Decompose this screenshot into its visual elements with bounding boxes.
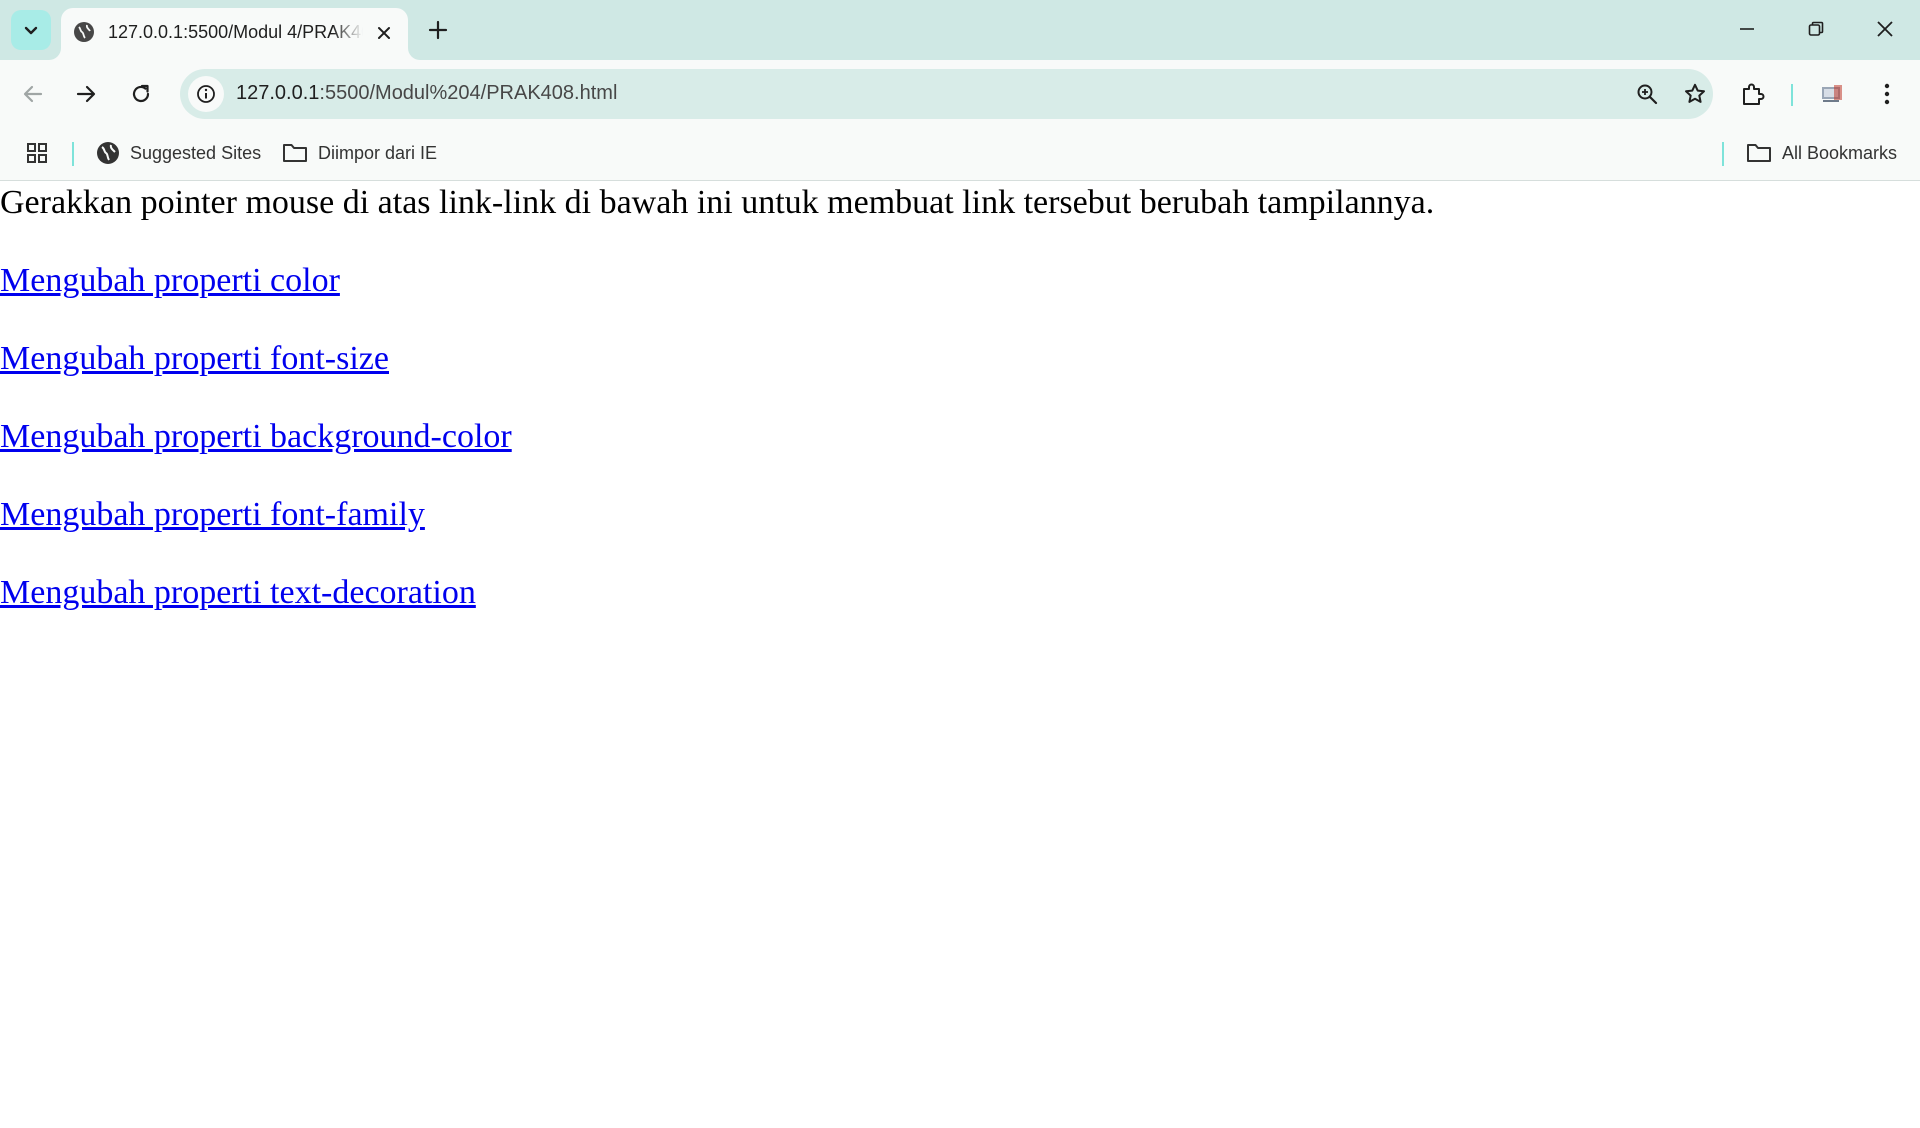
link-font-size[interactable]: Mengubah properti font-size <box>0 339 389 379</box>
new-tab-button[interactable] <box>422 14 454 46</box>
folder-icon <box>283 144 307 162</box>
tab-title: 127.0.0.1:5500/Modul 4/PRAK408.html <box>108 22 363 42</box>
all-bookmarks-label: All Bookmarks <box>1782 142 1898 163</box>
link-background-color[interactable]: Mengubah properti background-color <box>0 417 512 457</box>
url-host: 127.0.0.1 <box>236 82 320 104</box>
close-window-button[interactable] <box>1851 0 1919 58</box>
zoom-in-icon <box>1637 84 1658 105</box>
apps-button[interactable] <box>26 137 48 169</box>
minimize-button[interactable] <box>1713 0 1781 58</box>
toolbar-divider <box>1791 84 1793 106</box>
bookmark-star-button[interactable] <box>1677 76 1713 112</box>
apps-grid-icon <box>27 143 47 163</box>
site-info-button[interactable] <box>188 76 224 112</box>
arrow-right-icon <box>76 85 96 103</box>
bookmarks-divider <box>72 142 74 166</box>
star-icon <box>1685 83 1705 103</box>
close-tab-icon[interactable] <box>372 21 396 45</box>
info-icon <box>197 85 215 103</box>
arrow-left-icon <box>23 85 43 103</box>
link-font-family[interactable]: Mengubah properti font-family <box>0 495 425 535</box>
globe-icon <box>97 142 119 164</box>
link-text-decoration[interactable]: Mengubah properti text-decoration <box>0 573 476 613</box>
all-bookmarks-button[interactable]: All Bookmarks <box>1746 137 1897 169</box>
bookmark-label: Diimpor dari IE <box>318 142 438 163</box>
globe-icon <box>73 21 95 43</box>
bookmark-suggested-sites[interactable]: Suggested Sites <box>96 137 261 169</box>
puzzle-icon <box>1743 83 1765 105</box>
intro-text: Gerakkan pointer mouse di atas link-link… <box>0 184 1435 221</box>
plus-icon <box>428 20 448 40</box>
tab-strip: 127.0.0.1:5500/Modul 4/PRAK408.html <box>0 0 1920 60</box>
navigation-toolbar: 127.0.0.1:5500/Modul%204/PRAK408.html <box>0 60 1920 128</box>
more-vertical-icon <box>1884 83 1890 105</box>
bookmark-folder-diimpor[interactable]: Diimpor dari IE <box>282 137 437 169</box>
extensions-button[interactable] <box>1735 76 1771 112</box>
active-tab[interactable]: 127.0.0.1:5500/Modul 4/PRAK408.html <box>61 8 408 60</box>
address-bar[interactable]: 127.0.0.1:5500/Modul%204/PRAK408.html <box>180 69 1713 119</box>
restore-icon <box>1808 21 1824 36</box>
back-button[interactable] <box>15 76 51 112</box>
chevron-down-icon <box>24 26 38 35</box>
page-content: Gerakkan pointer mouse di atas link-link… <box>0 181 1920 1128</box>
forward-button[interactable] <box>68 76 104 112</box>
bookmarks-bar: Suggested Sites Diimpor dari IE All Book… <box>0 128 1920 181</box>
link-color[interactable]: Mengubah properti color <box>0 261 340 301</box>
minimize-icon <box>1740 28 1754 30</box>
restore-button[interactable] <box>1782 0 1850 58</box>
close-icon <box>1877 21 1893 37</box>
tab-search-button[interactable] <box>11 10 51 50</box>
zoom-button[interactable] <box>1629 76 1665 112</box>
menu-button[interactable] <box>1869 76 1905 112</box>
bookmark-label: Suggested Sites <box>130 142 262 163</box>
profile-button[interactable] <box>1814 76 1850 112</box>
folder-icon <box>1747 144 1771 162</box>
reload-icon <box>132 84 150 103</box>
url-text[interactable]: 127.0.0.1:5500/Modul%204/PRAK408.html <box>236 82 617 105</box>
profile-avatar-icon <box>1822 85 1842 102</box>
url-path: :5500/Modul%204/PRAK408.html <box>319 82 618 104</box>
reload-button[interactable] <box>123 76 159 112</box>
bookmarks-divider <box>1722 142 1724 166</box>
